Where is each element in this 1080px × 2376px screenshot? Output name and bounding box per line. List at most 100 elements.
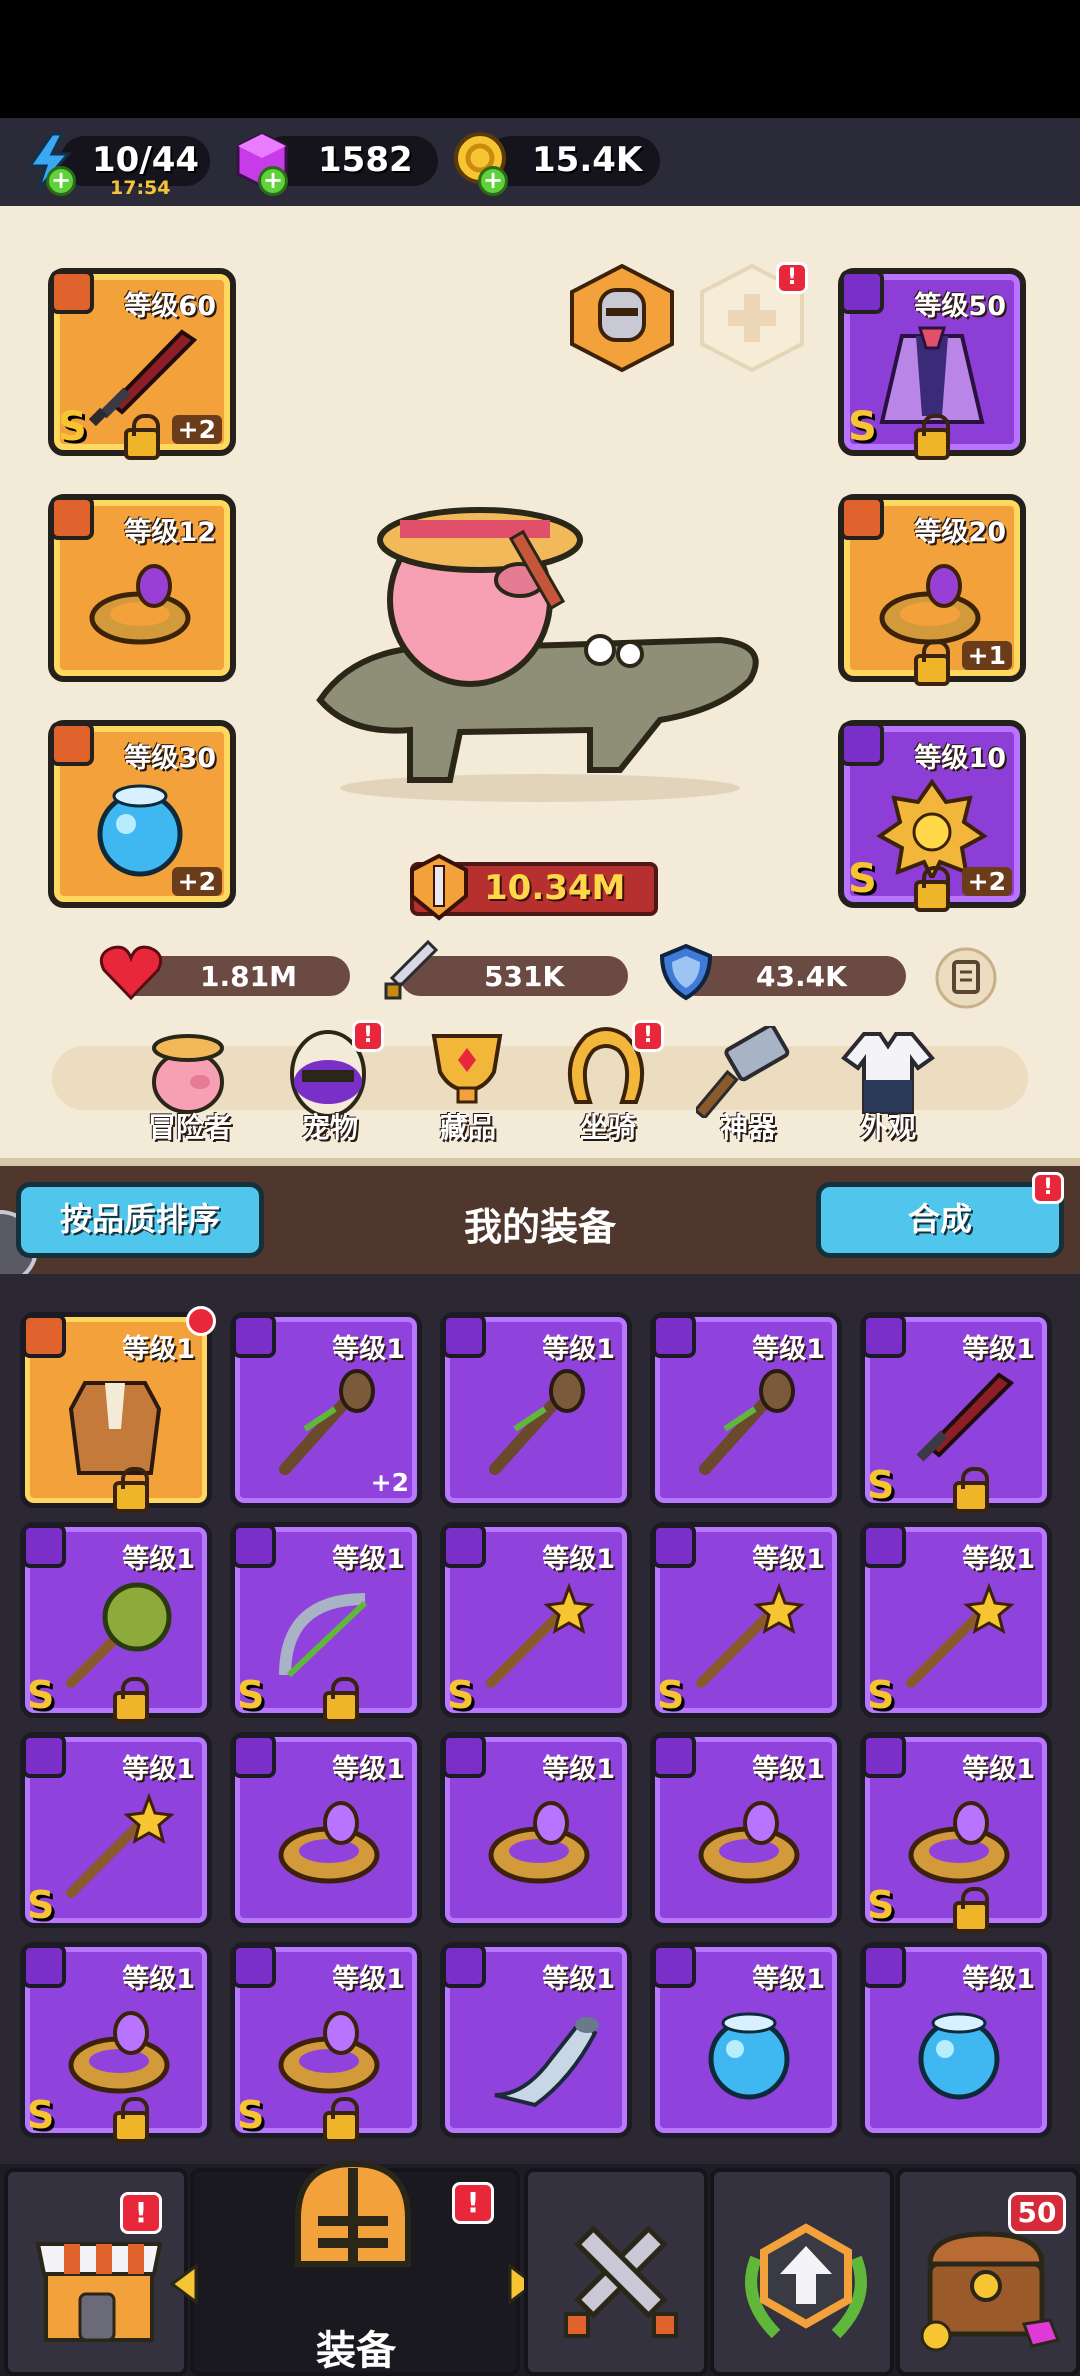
- mace-icon: [66, 1582, 172, 1688]
- inventory-item[interactable]: 等级1 S: [230, 1942, 422, 2143]
- item-category-icon: [22, 1734, 66, 1778]
- inventory-item[interactable]: 等级1: [860, 1942, 1052, 2138]
- trophy-icon: [431, 1034, 503, 1104]
- tab-collection-label[interactable]: 藏品: [413, 1106, 523, 1146]
- star-wand-icon: [66, 1792, 175, 1898]
- inventory-item[interactable]: 等级1 S: [860, 1732, 1052, 1933]
- staff-icon: [699, 1369, 795, 1475]
- item-level: 等级1: [332, 1334, 405, 1365]
- inventory-item[interactable]: 等级1: [650, 1732, 842, 1928]
- inventory-item[interactable]: 等级1 S: [650, 1522, 842, 1718]
- item-level: 等级1: [752, 1544, 825, 1575]
- gold-plus-icon[interactable]: +: [478, 166, 508, 196]
- companion-helmet-icon[interactable]: [564, 262, 680, 374]
- equip-slot-ring-2[interactable]: 等级20 +1: [838, 494, 1026, 686]
- inventory-item[interactable]: 等级1: [440, 1942, 632, 2138]
- grade-label: S: [867, 1883, 895, 1927]
- inventory-item[interactable]: 等级1: [440, 1312, 632, 1508]
- grade-label: S: [237, 1673, 265, 1717]
- inventory-item[interactable]: 等级1 S: [860, 1312, 1052, 1513]
- hp-value: 1.81M: [200, 960, 297, 993]
- grade-label: S: [848, 404, 877, 450]
- orb-icon: [918, 2012, 1000, 2100]
- tab-mount-label[interactable]: 坐骑: [553, 1106, 663, 1146]
- inventory-item[interactable]: 等级1 S: [230, 1522, 422, 1723]
- horn-icon: [494, 2017, 599, 2108]
- inventory-item[interactable]: 等级1 S: [20, 1522, 212, 1723]
- item-level: 等级1: [962, 1754, 1035, 1785]
- inventory-item[interactable]: 等级1 S: [440, 1522, 632, 1718]
- item-level: 等级1: [542, 1544, 615, 1575]
- nav-upgrade[interactable]: [710, 2168, 894, 2376]
- inventory-item[interactable]: 等级1: [20, 1312, 212, 1513]
- lock-icon: [323, 2097, 359, 2143]
- star-wand-icon: [486, 1582, 595, 1688]
- gem-plus-icon[interactable]: +: [258, 166, 288, 196]
- inventory-item[interactable]: 等级1: [650, 1942, 842, 2138]
- tab-adventurer-label[interactable]: 冒险者: [135, 1106, 245, 1146]
- grade-label: S: [657, 1673, 685, 1717]
- grade-label: S: [848, 856, 877, 902]
- equip-slot-cloak[interactable]: 等级50 S: [838, 268, 1026, 460]
- tab-artifact-label[interactable]: 神器: [693, 1106, 803, 1146]
- slot-level: 等级60: [124, 291, 216, 322]
- hero-character-art[interactable]: [300, 470, 770, 810]
- inventory-item[interactable]: 等级1: [440, 1732, 632, 1928]
- item-category-icon: [652, 1944, 696, 1988]
- tab-pet-label[interactable]: 宠物: [275, 1106, 385, 1146]
- staff-icon: [489, 1369, 585, 1475]
- equipment-alert-badge: !: [452, 2182, 494, 2224]
- merge-alert-badge: !: [1032, 1172, 1064, 1204]
- grade-label: S: [27, 1883, 55, 1927]
- sword-icon: [916, 1372, 1015, 1462]
- equip-slot-medal[interactable]: 等级10 S +2: [838, 720, 1026, 912]
- sword-attack-icon: [384, 940, 438, 1000]
- tab-appearance-label[interactable]: 外观: [833, 1106, 943, 1146]
- slot-level: 等级50: [914, 291, 1006, 322]
- nav-battle[interactable]: [524, 2168, 708, 2376]
- ring-icon: [278, 1801, 380, 1884]
- inventory-item[interactable]: 等级1: [230, 1732, 422, 1928]
- inventory-item[interactable]: 等级1 +2: [230, 1312, 422, 1508]
- upgrade-laurel-icon: [745, 2223, 867, 2339]
- item-category-icon: [652, 1314, 696, 1358]
- item-level: 等级1: [752, 1334, 825, 1365]
- energy-timer: 17:54: [110, 177, 171, 199]
- lock-icon: [914, 414, 950, 460]
- inventory-item[interactable]: 等级1: [650, 1312, 842, 1508]
- power-shield-icon: [410, 853, 468, 921]
- sort-by-quality-button[interactable]: 按品质排序: [16, 1182, 264, 1258]
- item-level: 等级1: [542, 1964, 615, 1995]
- merge-button[interactable]: 合成: [816, 1182, 1064, 1258]
- item-level: 等级1: [962, 1334, 1035, 1365]
- equip-slot-weapon[interactable]: 等级60 S +2: [48, 268, 236, 460]
- armor-icon: [68, 1381, 162, 1475]
- item-level: 等级1: [962, 1544, 1035, 1575]
- equip-slot-orb[interactable]: 等级30 +2: [48, 720, 236, 908]
- grade-label: S: [237, 2093, 265, 2137]
- item-category-icon: [442, 1524, 486, 1568]
- inventory-item[interactable]: 等级1 S: [20, 1942, 212, 2143]
- lock-icon: [953, 1467, 989, 1513]
- inventory-item[interactable]: 等级1 S: [860, 1522, 1052, 1718]
- energy-plus-icon[interactable]: +: [46, 166, 76, 196]
- stats-detail-icon[interactable]: [934, 946, 998, 1010]
- shop-icon: [35, 2242, 163, 2342]
- ring-category-icon: [50, 496, 94, 540]
- grade-label: S: [27, 1673, 55, 1717]
- crossed-swords-icon: [564, 2225, 678, 2338]
- lock-icon: [914, 640, 950, 686]
- attack-value: 531K: [484, 960, 565, 993]
- orb-icon: [97, 784, 183, 877]
- item-category-icon: [862, 1314, 906, 1358]
- nav-chest[interactable]: 50: [896, 2168, 1080, 2376]
- item-category-icon: [232, 1314, 276, 1358]
- orb-icon: [708, 2012, 790, 2100]
- inventory-item[interactable]: 等级1 S: [20, 1732, 212, 1928]
- chevron-left-icon[interactable]: [168, 2264, 198, 2304]
- cloak-icon: [879, 326, 985, 424]
- nav-shop[interactable]: !: [4, 2168, 188, 2376]
- star-wand-icon: [906, 1582, 1015, 1688]
- slot-level: 等级12: [124, 517, 216, 548]
- equip-slot-ring[interactable]: 等级12: [48, 494, 236, 682]
